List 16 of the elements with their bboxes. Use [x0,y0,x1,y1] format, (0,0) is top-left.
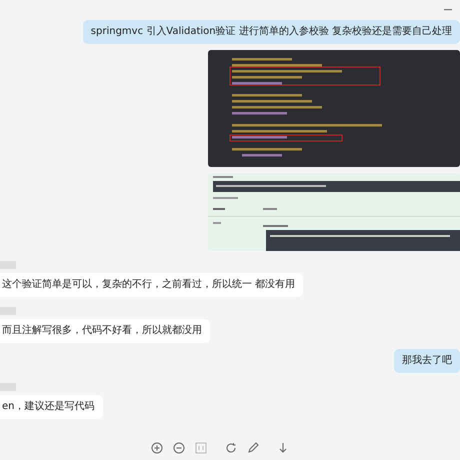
pen-icon[interactable] [247,442,259,454]
rotate-icon[interactable] [225,442,237,454]
blurred-sender-name [0,261,16,269]
download-icon[interactable] [277,442,289,454]
message-bubble: 这个验证简单是可以，复杂的不行，之前看过，所以统一 都没有用 [0,273,304,297]
blurred-sender-name [0,307,16,315]
minimize-icon[interactable] [444,9,452,11]
message-bubble: 而且注解写很多，代码不好看，所以就都没用 [0,319,210,343]
zoom-out-icon[interactable] [173,442,185,454]
blurred-sender-name [0,383,16,391]
message-bubble: 那我去了吧 [394,349,460,373]
code-screenshot-drawing[interactable] [208,50,460,167]
message-bubble: en，建议还是写代码 [0,395,102,419]
message-bubble: springmvc 引入Validation验证 进行简单的入参校验 复杂校验还是需要自己处理 [82,20,460,44]
zoom-in-icon[interactable] [151,442,163,454]
api-response-screenshot-drawing[interactable] [208,173,460,251]
